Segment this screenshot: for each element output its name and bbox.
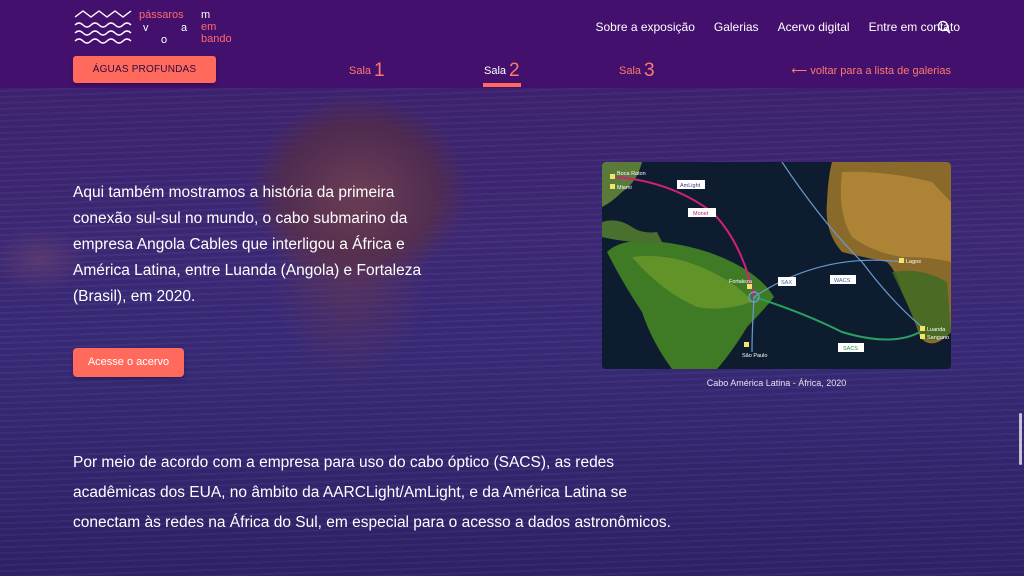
logo-word-em: em	[201, 21, 217, 33]
sala-number: 1	[374, 60, 385, 81]
nav-item-galerias[interactable]: Galerias	[714, 20, 759, 34]
map-label-monet: Monet	[693, 211, 709, 217]
back-to-galleries-link[interactable]: ⟵ voltar para a lista de galerias	[792, 64, 951, 77]
acesse-acervo-button[interactable]: Acesse o acervo	[73, 348, 184, 377]
intro-paragraph: Aqui também mostramos a história da prim…	[73, 184, 422, 305]
logo-letter-v: v	[143, 22, 149, 34]
nav-item-acervo[interactable]: Acervo digital	[778, 20, 850, 34]
sala-number: 3	[644, 60, 655, 81]
map-label-sax: SAX	[781, 280, 792, 286]
map-label-wacs: WACS	[834, 278, 851, 284]
sacs-paragraph: Por meio de acordo com a empresa para us…	[73, 454, 671, 531]
map-label-boca-raton: Boca Raton	[617, 171, 646, 177]
logo-word-passaros: pássaros	[139, 9, 184, 21]
nav-item-sobre[interactable]: Sobre a exposição	[595, 20, 694, 34]
map-label-sangano: Sangano	[927, 335, 949, 341]
sala-label: Sala	[484, 65, 507, 77]
tab-sala-3[interactable]: Sala 3	[619, 60, 655, 82]
logo-letter-o: o	[161, 34, 168, 46]
logo-letter-a: a	[181, 22, 188, 34]
cable-map-image: Boca Raton Miami AmLight Monet Fortaleza…	[602, 162, 951, 369]
sala-number: 2	[509, 60, 520, 81]
page-scrollbar[interactable]	[1019, 413, 1022, 465]
search-icon[interactable]	[937, 20, 951, 34]
site-header: pássaros v o a m em bando Sobre a exposi…	[0, 0, 1024, 88]
tab-sala-2[interactable]: Sala 2	[484, 60, 520, 82]
sala-label: Sala	[349, 65, 372, 77]
logo-letter-m: m	[201, 9, 211, 21]
map-label-lagos: Lagos	[906, 259, 921, 265]
waves-logo-icon	[74, 10, 132, 44]
site-logo[interactable]: pássaros v o a m em bando	[73, 9, 243, 47]
main-nav: Sobre a exposição Galerias Acervo digita…	[595, 20, 960, 34]
logo-word-bando: bando	[201, 33, 232, 45]
active-tab-indicator	[483, 83, 521, 87]
map-caption: Cabo América Latina - África, 2020	[706, 378, 847, 388]
tab-sala-1[interactable]: Sala 1	[349, 60, 385, 82]
map-label-amlight: AmLight	[680, 183, 701, 189]
section-aguas-profundas-button[interactable]: ÁGUAS PROFUNDAS	[73, 56, 216, 83]
sala-label: Sala	[619, 65, 642, 77]
map-label-miami: Miami	[617, 185, 632, 191]
map-label-luanda: Luanda	[927, 327, 946, 333]
map-label-sao-paulo: São Paulo	[742, 353, 767, 359]
map-label-fortaleza: Fortaleza	[729, 279, 753, 285]
map-label-sacs: SACS	[843, 346, 858, 352]
